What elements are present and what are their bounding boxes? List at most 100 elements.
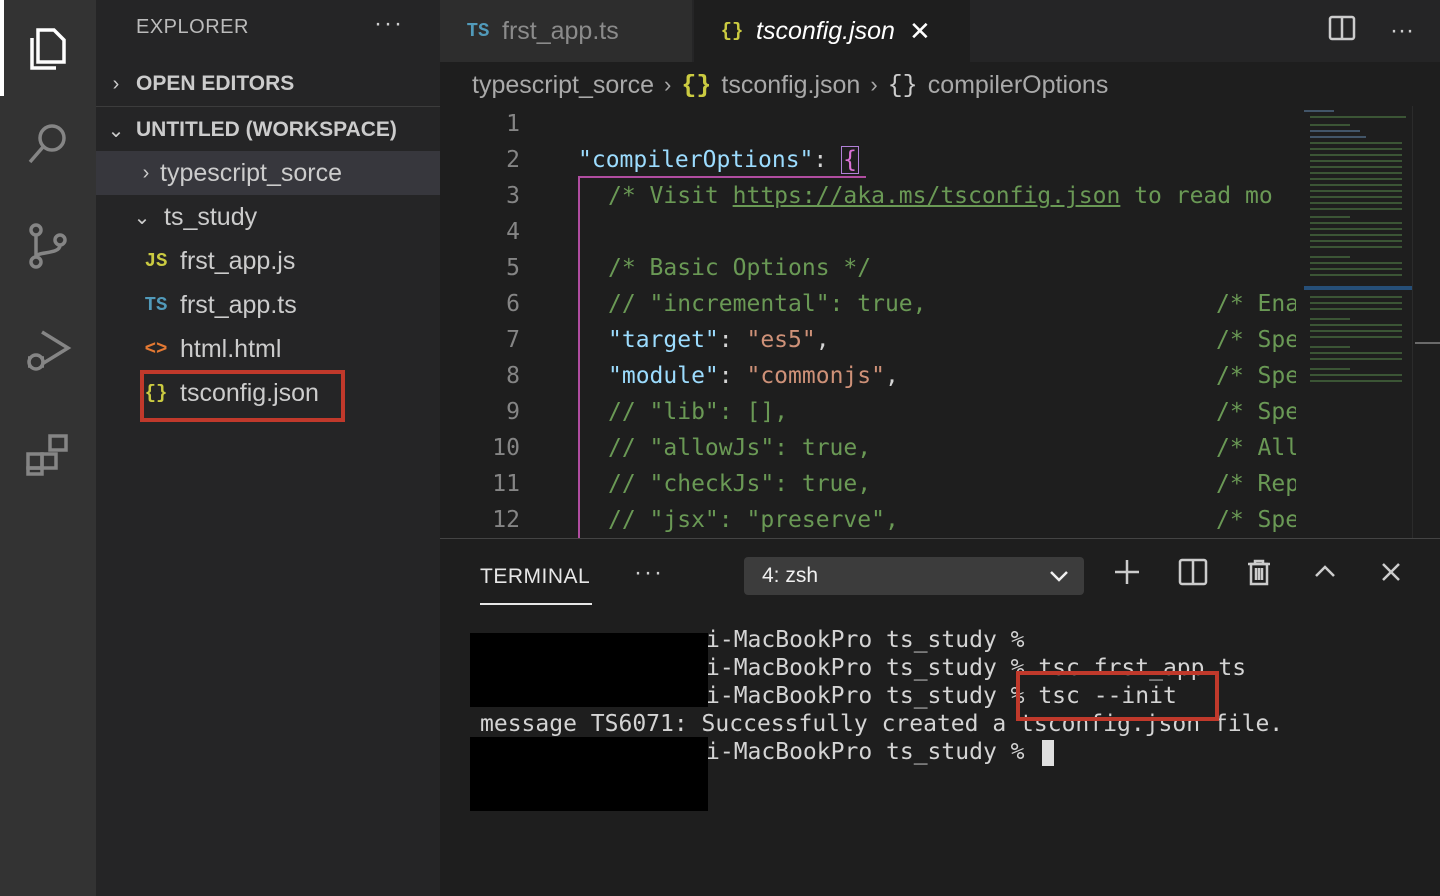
active-tab-indicator <box>480 603 592 605</box>
minimap[interactable] <box>1296 106 1412 538</box>
tree-label: html.html <box>180 334 282 363</box>
tree-file-html-html[interactable]: <> html.html <box>96 327 440 371</box>
minimap-highlight <box>1304 286 1412 290</box>
tab-label: tsconfig.json <box>756 16 895 45</box>
chevron-down-icon <box>1048 565 1070 593</box>
line-number: 12 <box>492 507 520 533</box>
breadcrumb-symbol[interactable]: compilerOptions <box>928 71 1109 100</box>
close-icon[interactable]: ✕ <box>909 16 931 47</box>
code-line: "compilerOptions": { <box>578 146 859 174</box>
code-comment: /* Ena <box>1216 291 1296 317</box>
code-editor[interactable]: 1 2 "compilerOptions": { 3 /* Visit http… <box>440 106 1296 538</box>
tree-folder-typescript-sorce[interactable]: › typescript_sorce <box>96 151 440 195</box>
tree-file-frst-app-ts[interactable]: TS frst_app.ts <box>96 283 440 327</box>
redacted-region <box>470 633 708 707</box>
more-actions-button[interactable]: ··· <box>374 10 404 38</box>
object-symbol-icon: {} <box>887 70 918 100</box>
more-actions-button[interactable]: ··· <box>634 559 664 587</box>
terminal-selected-value: 4: zsh <box>762 564 819 587</box>
tab-label: frst_app.ts <box>502 16 619 45</box>
ts-file-icon: TS <box>466 20 490 42</box>
tab-tsconfig-json[interactable]: {} tsconfig.json ✕ <box>694 0 970 62</box>
tsconfig-link[interactable]: https://aka.ms/tsconfig.json <box>733 183 1121 209</box>
open-editors-section[interactable]: › OPEN EDITORS <box>96 62 440 106</box>
close-panel-icon[interactable] <box>1376 557 1406 592</box>
open-editors-label: OPEN EDITORS <box>136 72 295 95</box>
terminal-line: i-MacBookPro ts_study % <box>706 739 1055 767</box>
line-number: 5 <box>506 255 520 281</box>
chevron-right-icon: › <box>870 72 878 97</box>
workspace-label: UNTITLED (WORKSPACE) <box>136 118 397 141</box>
line-number: 2 <box>506 147 520 173</box>
terminal-selector[interactable]: 4: zsh <box>744 557 1084 595</box>
source-control-icon[interactable] <box>0 198 96 294</box>
redacted-region <box>470 737 708 811</box>
code-line: /* Visit https://aka.ms/tsconfig.json to… <box>608 183 1273 209</box>
workspace-section[interactable]: ⌄ UNTITLED (WORKSPACE) <box>96 108 440 152</box>
tree-file-frst-app-js[interactable]: JS frst_app.js <box>96 239 440 283</box>
sidebar-title: EXPLORER <box>136 16 249 38</box>
code-line: // "lib": [], <box>608 399 789 425</box>
chevron-right-icon: › <box>142 161 150 184</box>
editor-scrollbar[interactable] <box>1412 106 1440 538</box>
ts-file-icon: TS <box>144 294 168 316</box>
new-terminal-icon[interactable] <box>1112 557 1142 592</box>
tree-label: typescript_sorce <box>160 158 343 187</box>
tab-actions: ··· <box>1328 0 1440 62</box>
line-number: 3 <box>506 183 520 209</box>
chevron-down-icon: ⌄ <box>133 206 151 229</box>
code-comment: /* All <box>1216 435 1296 461</box>
code-line: // "allowJs": true, <box>608 435 872 461</box>
code-comment: /* Rep <box>1216 471 1296 497</box>
split-terminal-icon[interactable] <box>1178 557 1208 592</box>
code-line: "target": "es5", <box>608 327 830 353</box>
line-number: 9 <box>506 399 520 425</box>
run-debug-icon[interactable] <box>0 302 96 398</box>
tab-terminal[interactable]: TERMINAL <box>480 565 590 589</box>
tree-folder-ts-study[interactable]: ⌄ ts_study <box>96 195 440 239</box>
chevron-right-icon: › <box>664 72 672 97</box>
terminal-panel: TERMINAL ··· 4: zsh i-MacBookPro ts_stud… <box>440 538 1440 896</box>
line-number: 8 <box>506 363 520 389</box>
code-comment: /* Spe <box>1216 327 1296 353</box>
tab-frst-app-ts[interactable]: TS frst_app.ts <box>440 0 692 62</box>
explorer-sidebar: EXPLORER ··· › OPEN EDITORS ⌄ UNTITLED (… <box>96 0 440 896</box>
tree-label: frst_app.ts <box>180 290 297 319</box>
scrollbar-thumb[interactable] <box>1415 342 1440 344</box>
activity-bar <box>0 0 96 896</box>
annotation-highlight-box <box>1016 671 1219 721</box>
code-comment: /* Spe <box>1216 507 1296 533</box>
extensions-icon[interactable] <box>0 408 96 504</box>
split-editor-icon[interactable] <box>1328 14 1356 49</box>
html-file-icon: <> <box>144 338 168 360</box>
code-line: // "checkJs": true, <box>608 471 872 497</box>
code-line: /* Basic Options */ <box>608 255 872 281</box>
tree-label: ts_study <box>164 202 258 231</box>
search-icon[interactable] <box>0 96 96 192</box>
editor-tabs: TS frst_app.ts {} tsconfig.json ✕ ··· <box>440 0 1440 62</box>
terminal-cursor <box>1042 739 1055 766</box>
line-number: 1 <box>506 111 520 137</box>
more-actions-icon[interactable]: ··· <box>1390 17 1414 45</box>
bracket-guide <box>578 178 580 538</box>
bracket-guide-top <box>578 176 866 178</box>
code-comment: /* Spe <box>1216 363 1296 389</box>
js-file-icon: JS <box>144 250 168 272</box>
line-number: 7 <box>506 327 520 353</box>
code-line: // "incremental": true, <box>608 291 927 317</box>
code-line: // "jsx": "preserve", <box>608 507 899 533</box>
line-number: 4 <box>506 219 520 245</box>
breadcrumb-folder[interactable]: typescript_sorce <box>472 71 654 100</box>
code-line: "module": "commonjs", <box>608 363 899 389</box>
json-file-icon: {} <box>681 70 712 100</box>
trash-icon[interactable] <box>1244 557 1274 592</box>
explorer-icon[interactable] <box>0 0 96 96</box>
tree-label: frst_app.js <box>180 246 296 275</box>
line-number: 11 <box>492 471 520 497</box>
breadcrumb-file[interactable]: tsconfig.json <box>721 71 860 100</box>
code-comment: /* Spe <box>1216 399 1296 425</box>
line-number: 6 <box>506 291 520 317</box>
breadcrumb: typescript_sorce › {} tsconfig.json › {}… <box>440 62 1300 108</box>
maximize-panel-icon[interactable] <box>1310 557 1340 592</box>
annotation-highlight-box <box>140 370 345 422</box>
